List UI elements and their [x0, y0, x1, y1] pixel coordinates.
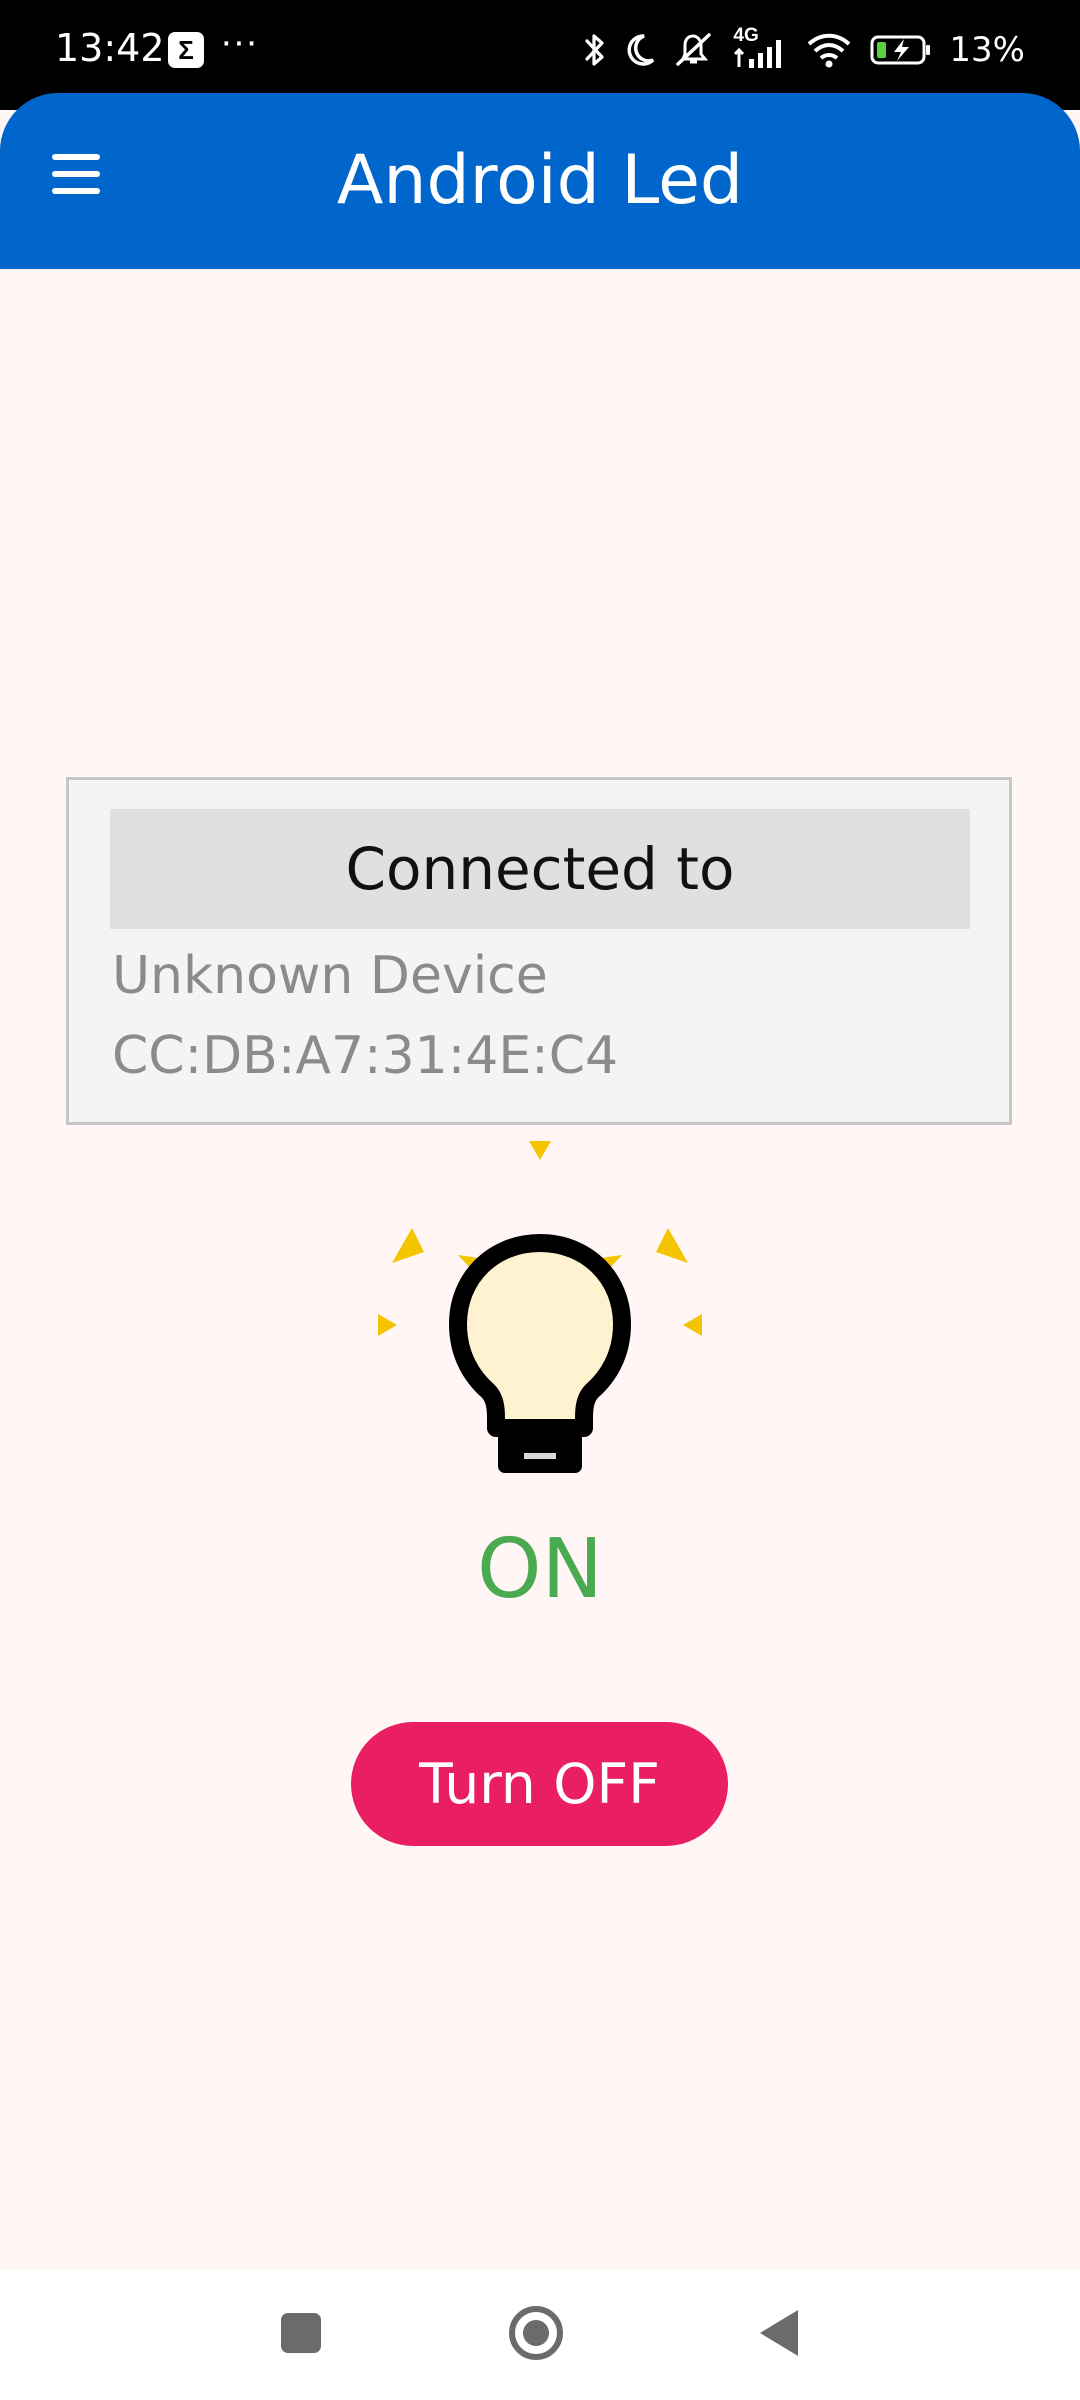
- moon-icon: [627, 34, 655, 66]
- navigation-bar: [0, 2270, 1080, 2400]
- back-icon: [760, 2310, 798, 2356]
- hamburger-menu-icon-line-2: [52, 171, 100, 177]
- home-button[interactable]: [476, 2270, 596, 2400]
- back-button[interactable]: [719, 2270, 839, 2400]
- recent-apps-button[interactable]: [241, 2270, 361, 2400]
- hamburger-menu-icon-line-3: [52, 188, 100, 194]
- connection-card: Connected to Unknown Device CC:DB:A7:31:…: [66, 777, 1012, 1125]
- status-icons: 4G 13%: [583, 26, 1025, 74]
- signal-4g-icon: 4G: [731, 26, 789, 70]
- status-time: 13:42: [55, 26, 165, 70]
- app-bar: Android Led: [0, 93, 1080, 269]
- lightbulb-on-icon: [370, 1140, 710, 1490]
- menu-button[interactable]: [36, 133, 118, 215]
- home-icon: [509, 2306, 563, 2360]
- app-title: Android Led: [336, 141, 744, 220]
- connection-header: Connected to: [110, 809, 970, 929]
- device-address: CC:DB:A7:31:4E:C4: [112, 1026, 619, 1086]
- turn-off-button[interactable]: Turn OFF: [351, 1722, 728, 1846]
- more-notifications-icon: ···: [220, 21, 258, 63]
- wifi-icon: [808, 33, 851, 68]
- network-type-label: 4G: [733, 25, 759, 46]
- muted-bell-icon: [676, 33, 712, 66]
- battery-charging-icon: [870, 35, 931, 65]
- sigma-notification-icon: Σ: [168, 32, 204, 68]
- battery-level: 13%: [949, 30, 1025, 70]
- device-name: Unknown Device: [112, 946, 548, 1006]
- recent-apps-icon: [281, 2313, 321, 2353]
- hamburger-menu-icon-line-1: [52, 154, 100, 160]
- bluetooth-icon: [585, 34, 605, 66]
- led-state-text: ON: [477, 1522, 603, 1617]
